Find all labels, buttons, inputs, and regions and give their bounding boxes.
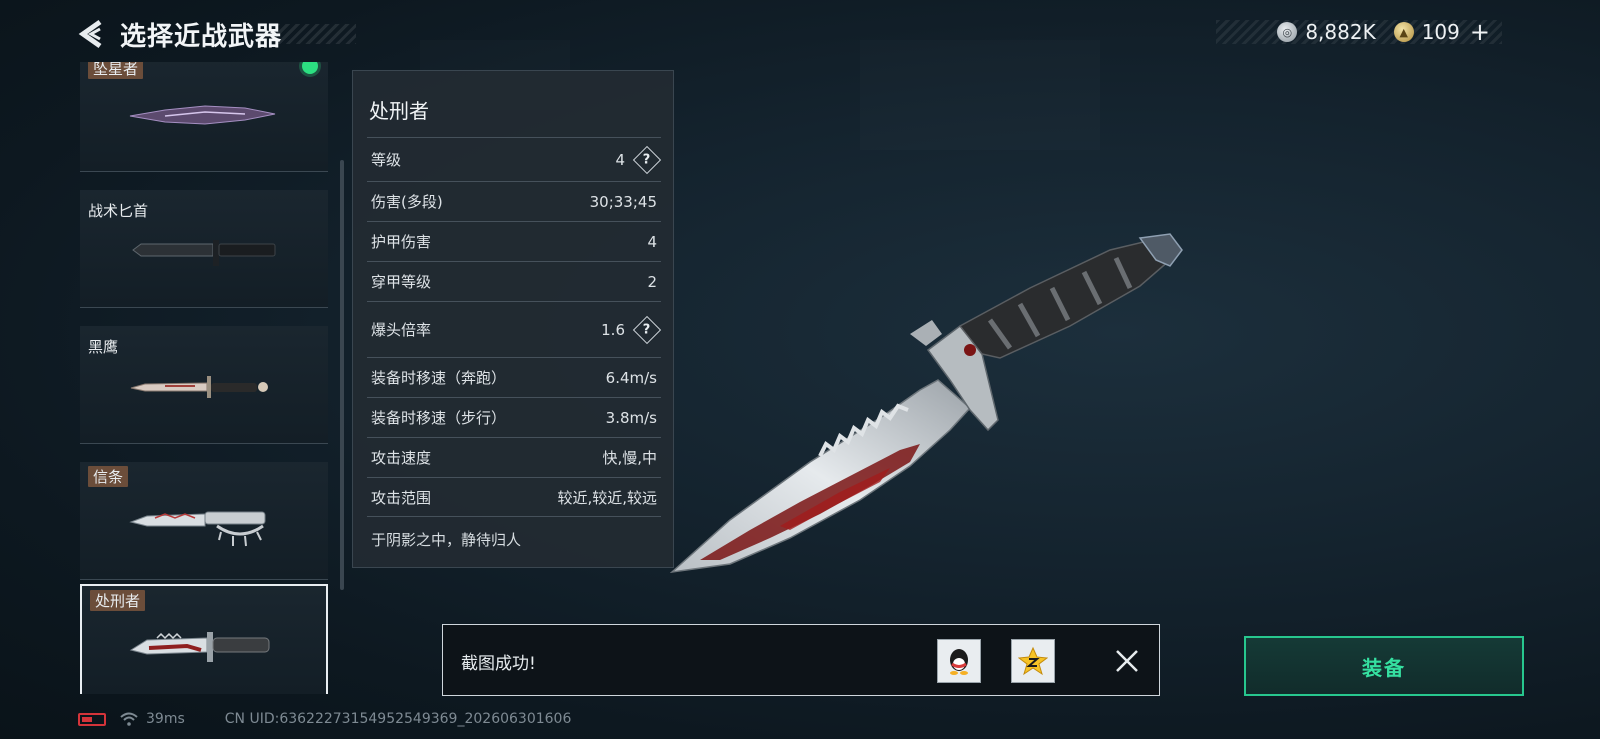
weapon-name: 战术匕首 — [88, 202, 149, 220]
weapon-card-falling-star[interactable]: 坠星者 — [80, 62, 328, 172]
add-currency-button[interactable]: + — [1470, 18, 1490, 46]
executioner-knife-render — [670, 233, 1183, 574]
stat-value: 4 — [647, 232, 657, 251]
falling-star-knife-icon — [129, 105, 276, 125]
stat-row-attack-range: 攻击范围 较近,较近,较远 — [367, 477, 661, 517]
stat-value: 30;33;45 — [589, 192, 657, 211]
weapon-list[interactable]: 坠星者 战术匕首 黑鹰 信条 处刑者 — [78, 62, 330, 694]
silver-currency-value: 8,882K — [1305, 20, 1376, 44]
page-title: 选择近战武器 — [120, 15, 357, 53]
stat-value: 3.8m/s — [605, 408, 657, 427]
stat-row-headshot: 爆头倍率 1.6 ? — [367, 301, 662, 357]
screenshot-toast: 截图成功! — [442, 624, 1160, 696]
status-bar: 39ms CN UID:6362227315495254936­9_202606… — [78, 710, 571, 728]
stat-value: 2 — [647, 272, 657, 291]
stat-label: 等级 — [371, 151, 402, 169]
stat-row-run-speed: 装备时移速（奔跑） 6.4m/s — [367, 357, 661, 397]
weapon-card-creed[interactable]: 信条 — [80, 462, 328, 580]
silver-coin-icon: ◎ — [1277, 22, 1298, 42]
weapon-name: 处刑者 — [90, 590, 146, 611]
stat-row-walk-speed: 装备时移速（步行） 3.8m/s — [367, 397, 661, 437]
gold-currency-value: 109 — [1421, 20, 1460, 44]
stat-label: 攻击范围 — [371, 488, 432, 507]
back-arrow-icon — [78, 19, 102, 49]
back-button[interactable] — [76, 16, 106, 52]
wifi-icon — [120, 712, 138, 726]
stat-value: 4 — [615, 150, 625, 169]
weapon-card-black-hawk[interactable]: 黑鹰 — [80, 326, 328, 444]
weapon-list-scrollbar[interactable] — [340, 160, 344, 590]
stat-value: 较近,较近,较远 — [557, 488, 657, 507]
weapon-card-tactical-dagger[interactable]: 战术匕首 — [80, 190, 328, 308]
stat-label: 攻击速度 — [371, 449, 432, 467]
executioner-knife-icon — [129, 632, 270, 662]
gold-coin-icon: ▲ — [1393, 22, 1414, 42]
question-help-icon[interactable]: ? — [632, 315, 662, 344]
ping-value: 39ms — [146, 711, 185, 727]
stat-value: 6.4m/s — [605, 368, 657, 387]
equipped-indicator — [302, 62, 318, 74]
top-bar: 选择近战武器 — [76, 15, 357, 53]
qq-icon — [950, 649, 968, 675]
qzone-icon — [1018, 646, 1048, 676]
black-hawk-knife-icon — [130, 376, 268, 398]
stat-label: 伤害(多段) — [371, 193, 443, 211]
toast-message: 截图成功! — [461, 654, 536, 674]
battery-icon — [78, 712, 106, 726]
weapon-name: 黑鹰 — [88, 338, 119, 356]
tactical-dagger-icon — [132, 240, 276, 266]
stat-row-damage: 伤害(多段) 30;33;45 — [367, 181, 661, 221]
currency-bar: ◎ 8,882K ▲ 109 + — [1216, 18, 1502, 46]
share-qzone-button[interactable] — [1011, 639, 1055, 683]
stat-row-attack-speed: 攻击速度 快,慢,中 — [367, 437, 661, 477]
stat-value: 1.6 — [601, 320, 625, 339]
stat-row-penetration: 穿甲等级 2 — [367, 261, 661, 301]
creed-knife-icon — [129, 511, 266, 547]
weapon-card-executioner[interactable]: 处刑者 — [80, 584, 328, 694]
weapon-detail-panel: 处刑者 等级 4 ? 伤害(多段) 30;33;45 护甲伤害 4 穿甲等级 2… — [352, 70, 674, 568]
question-help-icon[interactable]: ? — [632, 145, 662, 174]
stat-label: 爆头倍率 — [371, 321, 432, 339]
stat-row-level: 等级 4 ? — [367, 137, 662, 181]
stat-label: 穿甲等级 — [371, 273, 432, 291]
background-panel — [860, 40, 1100, 150]
equip-button[interactable]: 装备 — [1244, 636, 1524, 696]
stat-value: 快,慢,中 — [602, 449, 657, 467]
stat-label: 装备时移速（步行） — [371, 409, 507, 427]
stat-label: 护甲伤害 — [371, 233, 432, 251]
share-qq-button[interactable] — [937, 639, 981, 683]
weapon-detail-title: 处刑者 — [369, 99, 429, 123]
user-uid: CN UID:6362227315495254936­9_20260630160… — [224, 711, 572, 727]
stat-row-armor-damage: 护甲伤害 4 — [367, 221, 661, 261]
weapon-motto: 于阴影之中，静待归人 — [371, 531, 522, 549]
weapon-name: 坠星者 — [88, 62, 144, 79]
stat-label: 装备时移速（奔跑） — [371, 369, 507, 387]
close-icon[interactable] — [1111, 645, 1143, 677]
weapon-name: 信条 — [88, 466, 129, 487]
